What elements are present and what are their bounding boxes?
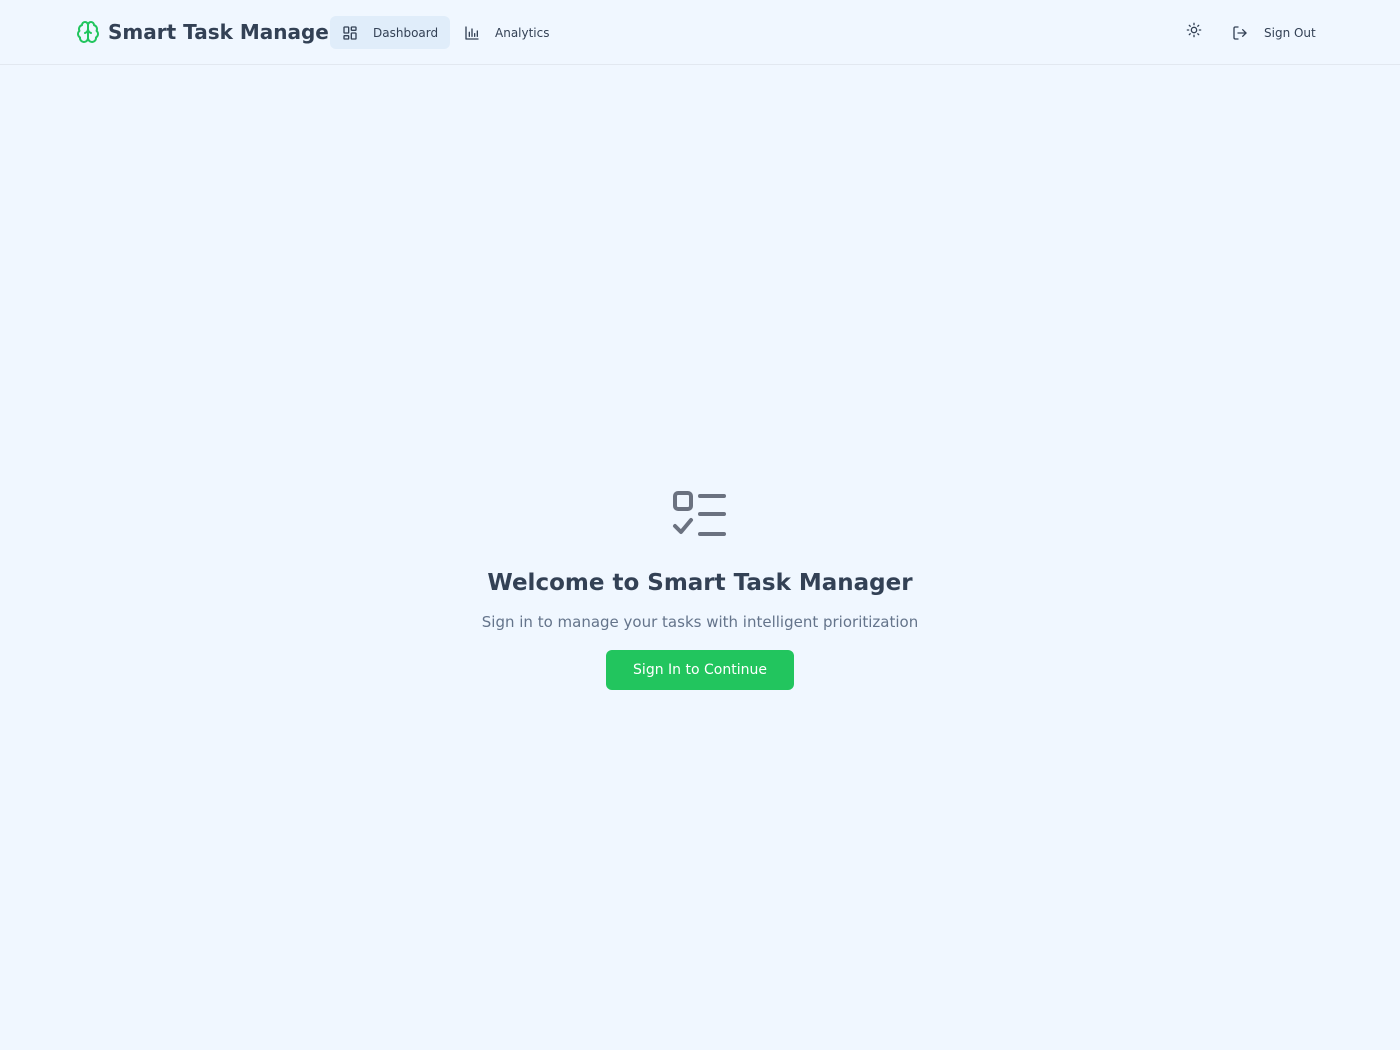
checklist-icon xyxy=(672,490,728,542)
nav-analytics-label: Analytics xyxy=(495,25,550,40)
sign-out-label: Sign Out xyxy=(1264,25,1316,40)
dashboard-grid-icon xyxy=(342,25,358,41)
welcome-panel: Welcome to Smart Task Manager Sign in to… xyxy=(0,490,1400,690)
sign-out-button[interactable]: Sign Out xyxy=(1232,16,1316,49)
nav-dashboard[interactable]: Dashboard xyxy=(330,16,451,49)
theme-toggle-button[interactable] xyxy=(1184,22,1204,42)
brain-icon xyxy=(76,20,100,44)
nav-dashboard-label: Dashboard xyxy=(373,25,439,40)
nav-analytics[interactable]: Analytics xyxy=(452,16,562,49)
bar-chart-icon xyxy=(464,25,480,41)
log-out-icon xyxy=(1232,25,1248,41)
sun-icon xyxy=(1186,22,1202,42)
welcome-title: Welcome to Smart Task Manager xyxy=(487,570,913,596)
brand[interactable]: Smart Task Manager xyxy=(76,20,339,44)
app-title: Smart Task Manager xyxy=(108,20,339,44)
welcome-subtitle: Sign in to manage your tasks with intell… xyxy=(481,613,919,631)
top-nav-bar: Smart Task Manager Dashboard Analytics S… xyxy=(0,0,1400,65)
sign-in-button[interactable]: Sign In to Continue xyxy=(606,650,794,690)
